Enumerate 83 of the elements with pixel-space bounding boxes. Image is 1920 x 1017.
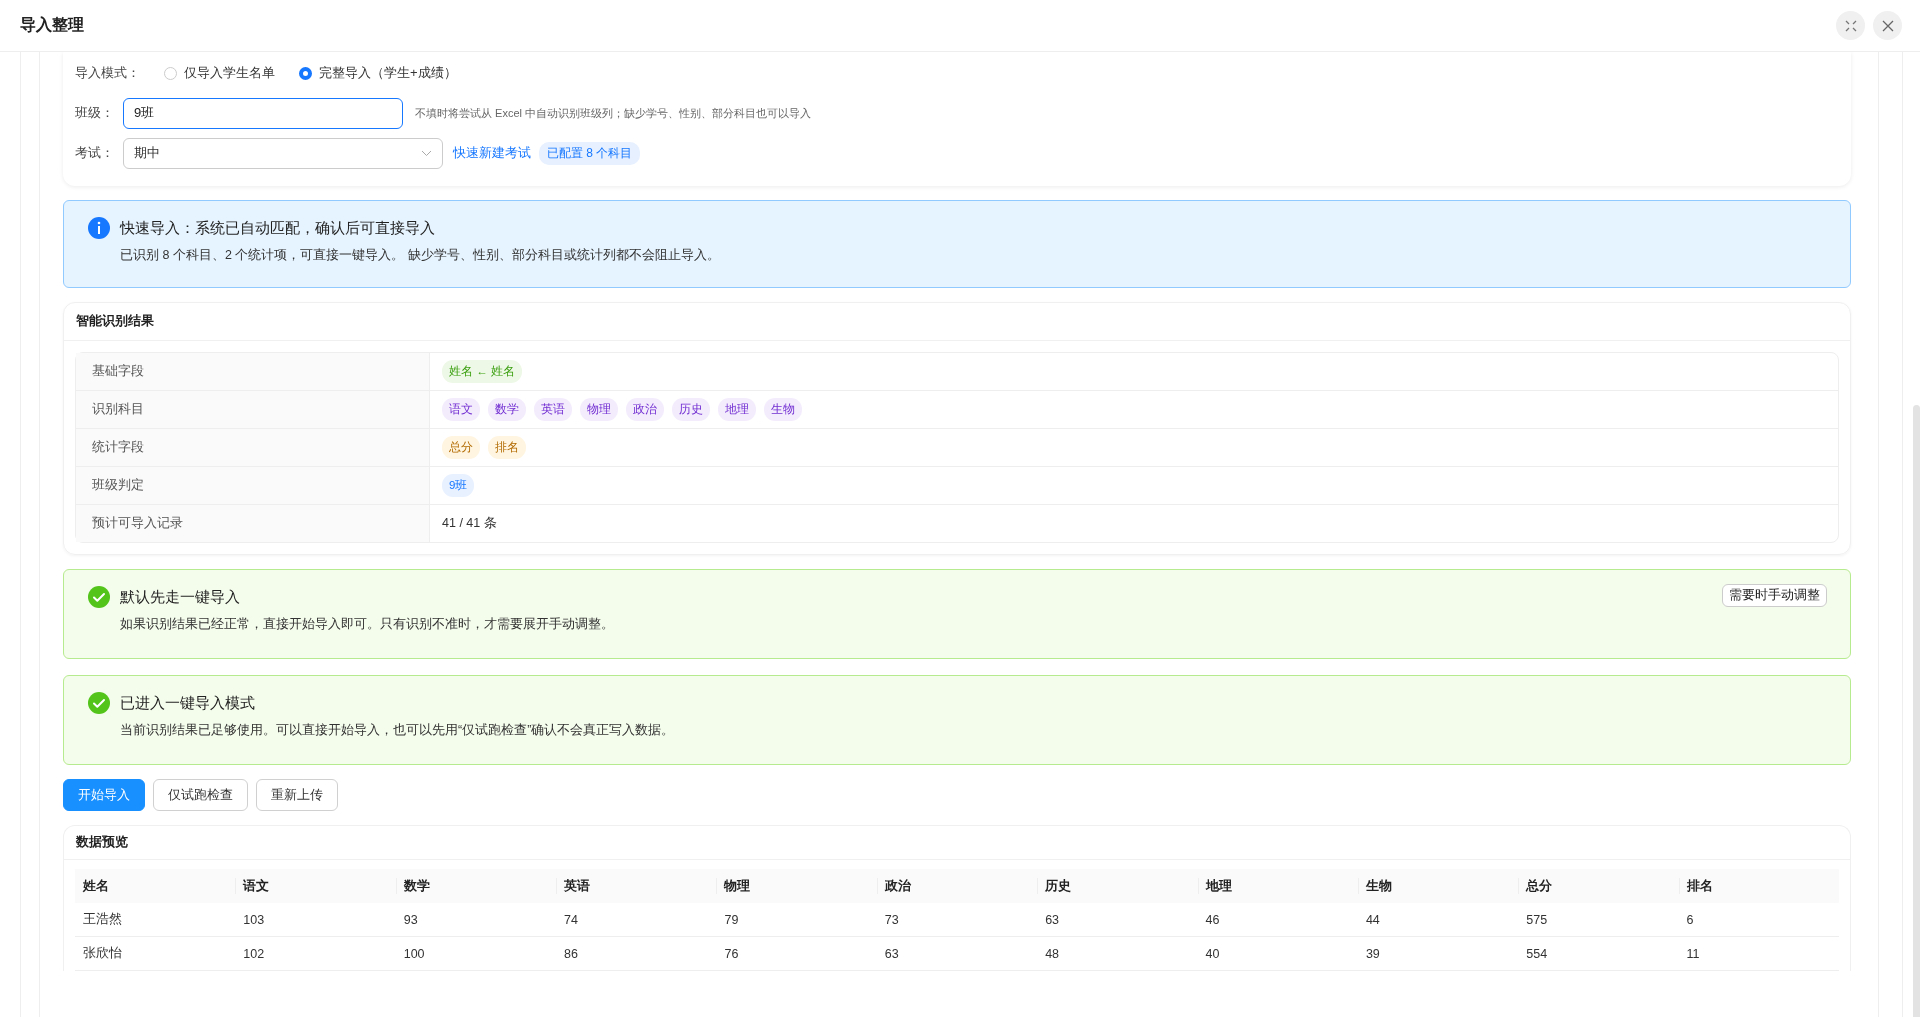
row-label: 基础字段 — [76, 353, 430, 391]
table-cell: 76 — [716, 936, 877, 971]
table-cell: 39 — [1357, 936, 1519, 971]
card-title: 数据预览 — [64, 826, 1850, 860]
table-cell: 44 — [1357, 903, 1519, 937]
column-header: 总分 — [1518, 869, 1679, 903]
table-cell: 63 — [1037, 903, 1198, 937]
column-header: 英语 — [556, 869, 717, 903]
field-tag: 姓名 ← 姓名 — [442, 360, 522, 383]
close-button[interactable] — [1873, 11, 1902, 40]
field-tag: 语文 — [442, 398, 480, 421]
alert-text: 当前识别结果已足够使用。可以直接开始导入，也可以先用“仅试跑检查”确认不会真正写入数据。 — [120, 722, 676, 739]
radio-button[interactable] — [299, 66, 312, 80]
table-cell: 575 — [1518, 903, 1679, 937]
table-cell: 11 — [1678, 936, 1839, 971]
close-icon — [1881, 19, 1894, 32]
table-cell: 554 — [1518, 936, 1679, 971]
field-tag: 排名 — [488, 436, 526, 459]
create-exam-link[interactable]: 快速新建考试 — [453, 144, 531, 162]
exam-select[interactable]: 期中 — [123, 137, 443, 169]
field-tag: 生物 — [764, 398, 802, 421]
table-cell: 73 — [876, 903, 1038, 937]
field-tag: 历史 — [672, 398, 710, 421]
collapse-button[interactable] — [1836, 11, 1865, 40]
table-cell: 63 — [876, 936, 1038, 971]
manual-adjust-button[interactable]: 需要时手动调整 — [1722, 584, 1827, 607]
row-label: 预计可导入记录 — [76, 505, 430, 542]
field-tag: 英语 — [534, 398, 572, 421]
column-header: 地理 — [1197, 869, 1358, 903]
alert-text: 如果识别结果已经正常，直接开始导入即可。只有识别不准时，才需要展开手动调整。 — [120, 616, 615, 633]
field-tag: 数学 — [488, 398, 526, 421]
record-count: 41 / 41 条 — [442, 516, 497, 530]
table-cell: 103 — [235, 903, 396, 937]
field-tag: 地理 — [718, 398, 756, 421]
info-icon — [88, 217, 110, 239]
column-header: 排名 — [1678, 869, 1839, 903]
field-label: 考试： — [75, 144, 115, 162]
table-cell: 6 — [1678, 903, 1839, 937]
column-header: 语文 — [235, 869, 396, 903]
table-cell: 100 — [395, 936, 557, 971]
table-cell: 74 — [556, 903, 717, 937]
dialog-title: 导入整理 — [20, 15, 84, 35]
alert-title: 已进入一键导入模式 — [120, 693, 256, 713]
subject-count-badge: 已配置 8 个科目 — [539, 141, 641, 165]
radio-option[interactable]: 仅导入学生名单 — [164, 64, 275, 82]
column-header: 姓名 — [75, 869, 236, 903]
field-label: 班级： — [75, 104, 115, 122]
action-button[interactable]: 重新上传 — [256, 779, 338, 811]
alert-text: 已识别 8 个科目、2 个统计项，可直接一键导入。 缺少学号、性别、部分科目或统计列都不会阻止导入。 — [120, 247, 721, 264]
hint-text: 不填时将尝试从 Excel 中自动识别班级列；缺少学号、性别、部分科目也可以导入 — [415, 105, 811, 121]
table-cell: 102 — [235, 936, 396, 971]
class-input-field[interactable]: 9班 — [123, 97, 403, 129]
column-header: 生物 — [1357, 869, 1519, 903]
table-cell: 48 — [1037, 936, 1198, 971]
check-icon — [88, 586, 110, 608]
field-label: 导入模式： — [75, 64, 140, 82]
table-cell: 张欣怡 — [75, 936, 236, 971]
field-tag: 9班 — [442, 474, 475, 497]
chevron-down-icon — [421, 149, 432, 157]
table-cell: 93 — [395, 903, 557, 937]
table-cell: 79 — [716, 903, 877, 937]
action-button[interactable]: 仅试跑检查 — [153, 779, 248, 811]
collapse-icon — [1844, 19, 1857, 32]
table-cell: 王浩然 — [75, 903, 236, 937]
table-cell: 46 — [1197, 903, 1358, 937]
row-label: 班级判定 — [76, 467, 430, 505]
row-label: 识别科目 — [76, 391, 430, 429]
table-cell: 40 — [1197, 936, 1358, 971]
check-icon — [88, 692, 110, 714]
field-tag: 政治 — [626, 398, 664, 421]
field-tag: 总分 — [442, 436, 480, 459]
table-cell: 86 — [556, 936, 717, 971]
card-title: 智能识别结果 — [64, 303, 1850, 341]
alert-title: 默认先走一键导入 — [120, 587, 241, 607]
radio-button[interactable] — [164, 66, 177, 80]
field-tag: 物理 — [580, 398, 618, 421]
column-header: 历史 — [1037, 869, 1198, 903]
column-header: 数学 — [395, 869, 557, 903]
alert-title: 快速导入：系统已自动匹配，确认后可直接导入 — [120, 218, 436, 238]
row-label: 统计字段 — [76, 429, 430, 467]
column-header: 政治 — [876, 869, 1038, 903]
column-header: 物理 — [716, 869, 877, 903]
radio-option[interactable]: 完整导入（学生+成绩） — [299, 64, 457, 82]
